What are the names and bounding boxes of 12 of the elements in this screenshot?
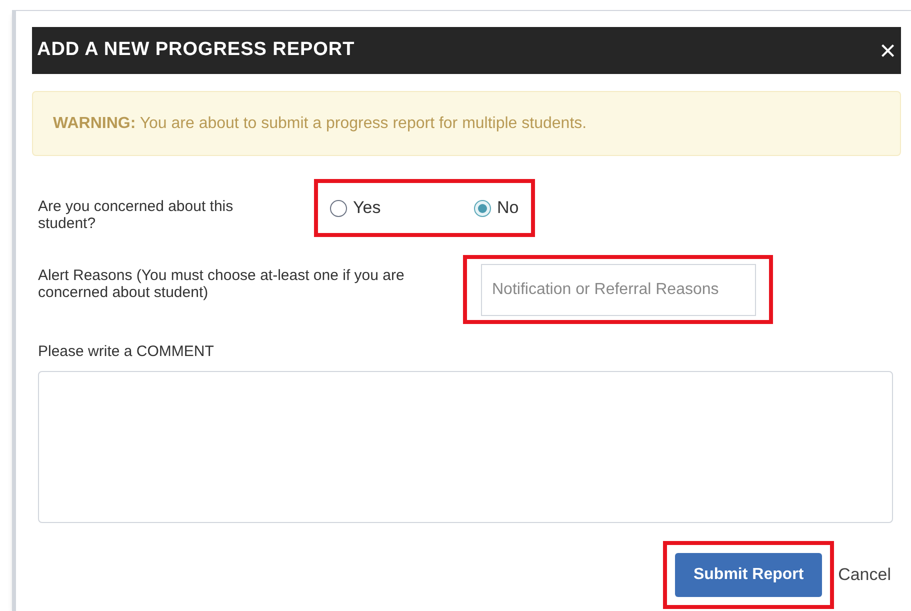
- cancel-link[interactable]: Cancel: [836, 562, 893, 588]
- radio-option[interactable]: No: [474, 195, 519, 221]
- warning-text: WARNING: You are about to submit a progress report for multiple students.: [53, 114, 587, 134]
- radio-option[interactable]: Yes: [330, 195, 474, 221]
- close-button[interactable]: ×: [880, 36, 896, 64]
- submit-button[interactable]: Submit Report: [675, 552, 822, 596]
- dialog-title: ADD A NEW PROGRESS REPORT: [37, 38, 355, 62]
- alert-reasons-label: Alert Reasons (You must choose at-least one if you are concerned about student): [37, 267, 406, 301]
- question-label: Are you concerned about this student?: [37, 198, 234, 232]
- reasons-field[interactable]: Notification or Referral Reasons: [481, 264, 756, 316]
- comment-field[interactable]: [38, 370, 893, 522]
- comment-label: Please write a COMMENT: [37, 342, 215, 362]
